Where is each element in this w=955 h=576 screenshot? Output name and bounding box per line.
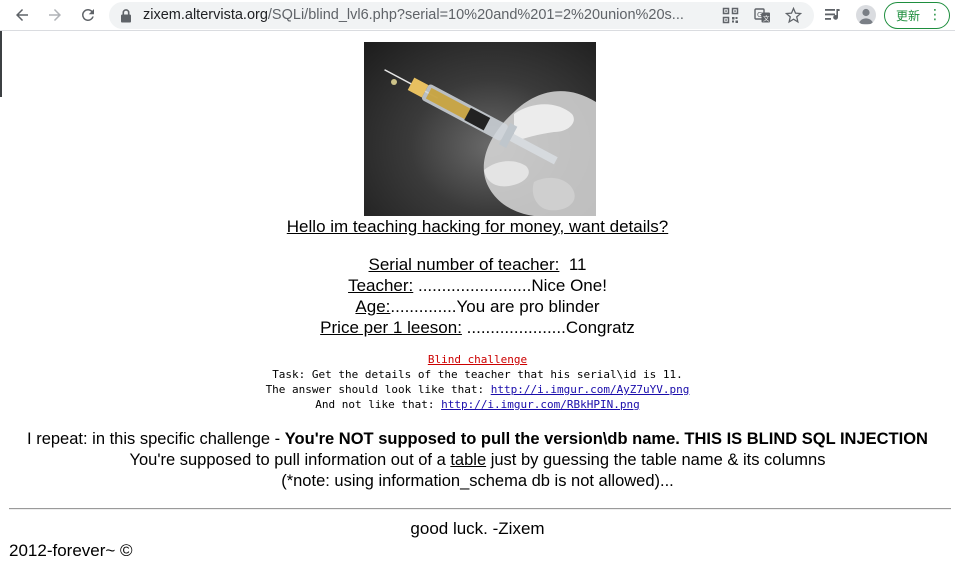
repeat-line-1: I repeat: in this specific challenge - Y… <box>0 429 955 450</box>
copyright-text: 2012-forever~ © <box>9 541 133 560</box>
star-icon[interactable] <box>785 7 802 24</box>
repeat-line-3: (*note: using information_schema db is n… <box>281 472 674 490</box>
info-serial: Serial number of teacher: 11 <box>0 254 955 275</box>
age-value: ..............You are pro blinder <box>390 297 600 316</box>
address-bar[interactable]: zixem.altervista.org/SQLi/blind_lvl6.php… <box>109 2 814 29</box>
more-vert-icon[interactable]: ⋮ <box>928 8 942 22</box>
blind-challenge-link[interactable]: Blind challenge <box>428 353 527 366</box>
repeat-bold: You're NOT supposed to pull the version\… <box>284 430 928 448</box>
info-teacher: Teacher: ........................Nice On… <box>0 275 955 296</box>
teacher-value: ........................Nice One! <box>413 276 607 295</box>
update-label: 更新 <box>896 9 921 23</box>
browser-toolbar: zixem.altervista.org/SQLi/blind_lvl6.php… <box>0 0 955 31</box>
qr-code-icon[interactable] <box>722 7 739 24</box>
update-button[interactable]: 更新 ⋮ <box>884 2 950 29</box>
price-value: .....................Congratz <box>461 318 635 337</box>
answer-prefix: The answer should look like that: <box>265 383 491 396</box>
answer-link[interactable]: http://i.imgur.com/AyZ7uYV.png <box>491 383 690 396</box>
good-luck-text: good luck. -Zixem <box>410 519 545 538</box>
price-label: Price per 1 leeson: <box>320 318 462 337</box>
repeat-line-2: You're supposed to pull information out … <box>0 450 955 471</box>
not-link[interactable]: http://i.imgur.com/RBkHPIN.png <box>441 398 640 411</box>
translate-icon[interactable]: G 文 <box>754 7 771 24</box>
hello-link[interactable]: Hello im teaching hacking for money, wan… <box>0 217 955 237</box>
serial-label: Serial number of teacher: <box>368 255 560 274</box>
divider <box>9 508 951 510</box>
age-label: Age: <box>355 297 391 316</box>
repeat-before: You're supposed to pull information out … <box>129 451 451 469</box>
media-controls-icon[interactable] <box>824 6 842 24</box>
not-prefix: And not like that: <box>315 398 442 411</box>
forward-arrow-icon[interactable] <box>43 3 67 27</box>
task-text: Task: Get the details of the teacher tha… <box>272 368 683 381</box>
not-row: And not like that: http://i.imgur.com/RB… <box>0 397 955 412</box>
url-text[interactable]: zixem.altervista.org/SQLi/blind_lvl6.php… <box>143 7 684 23</box>
repeat-normal: I repeat: in this specific challenge - <box>27 430 285 448</box>
profile-icon[interactable] <box>856 5 876 25</box>
svg-text:文: 文 <box>763 14 770 23</box>
repeat-after: just by guessing the table name & its co… <box>486 451 826 469</box>
challenge-title-row: Blind challenge <box>0 352 955 367</box>
back-arrow-icon[interactable] <box>10 3 34 27</box>
info-age: Age:..............You are pro blinder <box>0 296 955 317</box>
table-link[interactable]: table <box>450 451 486 469</box>
url-path: /SQLi/blind_lvl6.php?serial=10%20and%201… <box>267 7 684 23</box>
reload-icon[interactable] <box>76 3 100 27</box>
teacher-label: Teacher: <box>348 276 414 295</box>
syringe-image <box>364 42 596 216</box>
serial-value: 11 <box>568 255 587 274</box>
url-host: zixem.altervista.org <box>143 7 268 23</box>
page-content: Hello im teaching hacking for money, wan… <box>0 31 955 576</box>
answer-row: The answer should look like that: http:/… <box>0 382 955 397</box>
lock-icon[interactable] <box>119 8 133 23</box>
info-price: Price per 1 leeson: ....................… <box>0 317 955 338</box>
